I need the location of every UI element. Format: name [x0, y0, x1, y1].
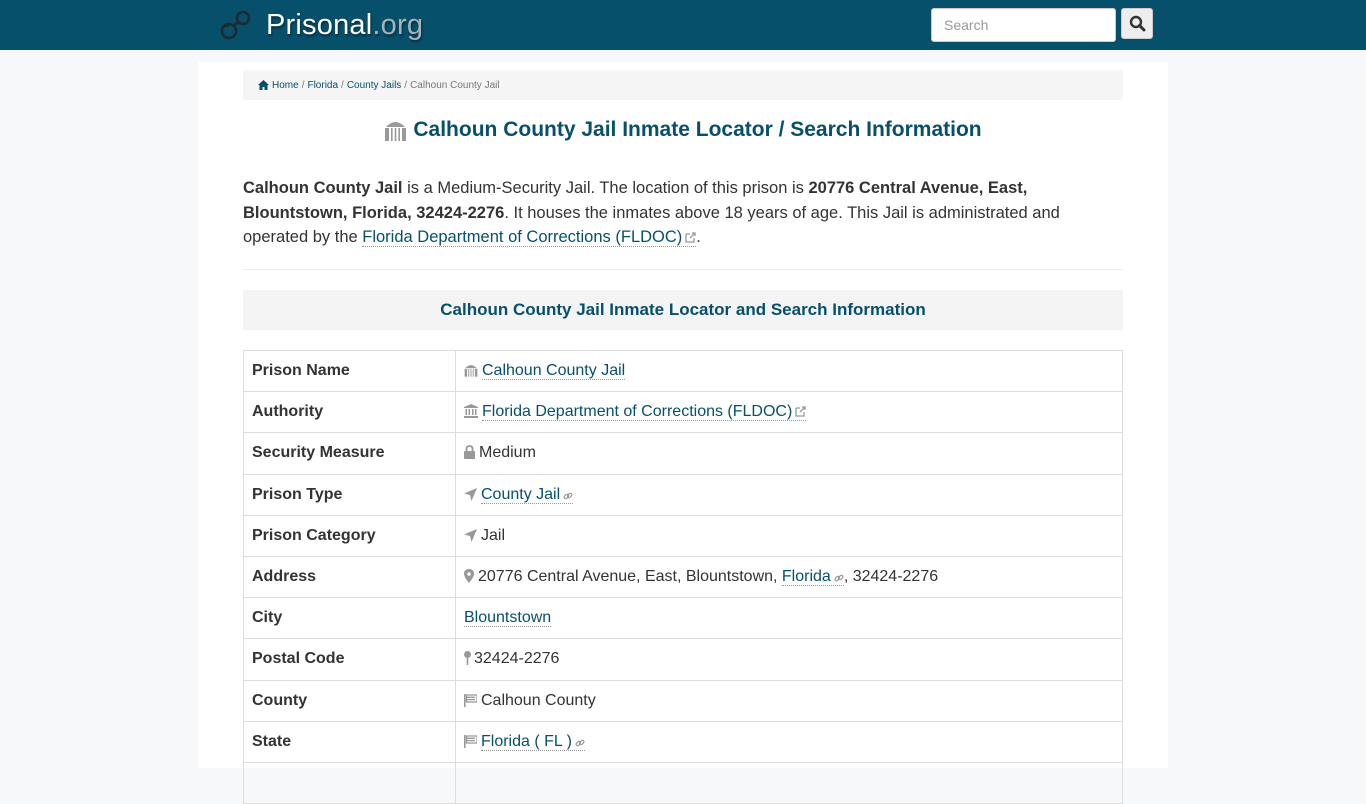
handcuffs-icon: [220, 10, 251, 40]
row-label: State: [243, 720, 456, 763]
row-label: City: [243, 597, 456, 640]
search-button[interactable]: [1121, 8, 1153, 39]
table-row: Authority Florida Department of Correcti…: [243, 391, 1123, 434]
row-value: County Jail: [455, 473, 1123, 516]
divider: [243, 269, 1123, 270]
location-arrow-icon: [464, 528, 477, 542]
row-label: Prison Category: [243, 514, 456, 557]
table-row: Postal Code 32424-2276: [243, 638, 1123, 681]
breadcrumb-home[interactable]: Home: [258, 80, 299, 91]
table-row: City Blountstown: [243, 597, 1123, 640]
chain-link-icon: [563, 492, 573, 499]
city-link[interactable]: Blountstown: [464, 609, 552, 628]
breadcrumb-separator: /: [404, 79, 408, 91]
breadcrumb-separator: /: [301, 79, 305, 91]
section-heading: Calhoun County Jail Inmate Locator and S…: [243, 290, 1123, 330]
state-link[interactable]: Florida ( FL ): [481, 732, 585, 751]
row-label: Postal Code: [243, 638, 456, 681]
prison-building-icon: [464, 365, 478, 377]
row-label: County: [243, 679, 456, 722]
navbar: Prisonal.org: [0, 0, 1366, 50]
breadcrumb-county-jails[interactable]: County Jails: [347, 80, 401, 91]
intro-authority-link[interactable]: Florida Department of Corrections (FLDOC…: [362, 228, 697, 247]
breadcrumb-florida[interactable]: Florida: [307, 80, 338, 91]
intro-paragraph: Calhoun County Jail is a Medium-Security…: [243, 179, 1060, 247]
row-label: Prison Name: [243, 349, 456, 393]
intro-prison-name: Calhoun County Jail: [243, 179, 403, 197]
table-row: State Florida ( FL ): [243, 720, 1123, 763]
location-arrow-icon: [464, 487, 477, 501]
brand-logo-link[interactable]: Prisonal.org: [220, 6, 423, 44]
map-pin-icon: [464, 651, 471, 666]
row-label: Address: [243, 555, 456, 599]
prison-building-icon: [385, 122, 407, 141]
row-value: [455, 761, 1123, 804]
row-value: Jail: [455, 514, 1123, 557]
flag-icon: [464, 734, 477, 748]
chain-link-icon: [834, 574, 844, 582]
row-label: Prison Type: [243, 473, 456, 516]
row-label: Security Measure: [243, 432, 456, 475]
page-title: Calhoun County Jail Inmate Locator / Sea…: [243, 118, 1123, 142]
address-state-link[interactable]: Florida: [781, 568, 844, 587]
row-value: Florida ( FL ): [455, 720, 1123, 763]
main-content: Home / Florida / County Jails / Calhoun …: [198, 62, 1168, 804]
map-marker-icon: [464, 569, 474, 584]
row-value: Florida Department of Corrections (FLDOC…: [455, 391, 1123, 434]
search-icon: [1129, 15, 1145, 32]
table-row: Prison Name Calhoun County Jail: [243, 349, 1123, 393]
institution-icon: [464, 404, 478, 419]
row-value: Blountstown: [455, 597, 1123, 640]
home-icon: [258, 80, 269, 90]
lock-icon: [464, 445, 475, 460]
breadcrumb: Home / Florida / County Jails / Calhoun …: [243, 70, 1123, 100]
row-label: Authority: [243, 391, 456, 434]
table-row: County Calhoun County: [243, 679, 1123, 722]
breadcrumb-current: Calhoun County Jail: [410, 79, 500, 91]
table-row: [243, 761, 1123, 804]
chain-link-icon: [575, 739, 585, 747]
row-value: 32424-2276: [455, 638, 1123, 681]
search-input[interactable]: [931, 8, 1116, 42]
brand-name: Prisonal.org: [266, 8, 424, 41]
authority-link[interactable]: Florida Department of Corrections (FLDOC…: [482, 403, 807, 422]
table-row: Address 20776 Central Avenue, East, Blou…: [243, 555, 1123, 599]
breadcrumb-separator: /: [341, 79, 344, 91]
flag-icon: [464, 693, 477, 707]
prison-info-table: Prison Name Calhoun County Jail Authorit…: [243, 349, 1123, 804]
row-value: Calhoun County: [455, 679, 1123, 722]
row-value: Medium: [455, 432, 1123, 475]
external-link-icon: [685, 232, 696, 243]
row-value: 20776 Central Avenue, East, Blountstown,…: [455, 555, 1123, 599]
table-row: Security Measure Medium: [243, 432, 1123, 475]
external-link-icon: [795, 406, 806, 417]
table-row: Prison Type County Jail: [243, 473, 1123, 516]
row-label: [243, 761, 456, 804]
prison-name-link[interactable]: Calhoun County Jail: [482, 362, 626, 381]
table-row: Prison Category Jail: [243, 514, 1123, 557]
row-value: Calhoun County Jail: [455, 349, 1123, 393]
prison-type-link[interactable]: County Jail: [481, 485, 574, 504]
